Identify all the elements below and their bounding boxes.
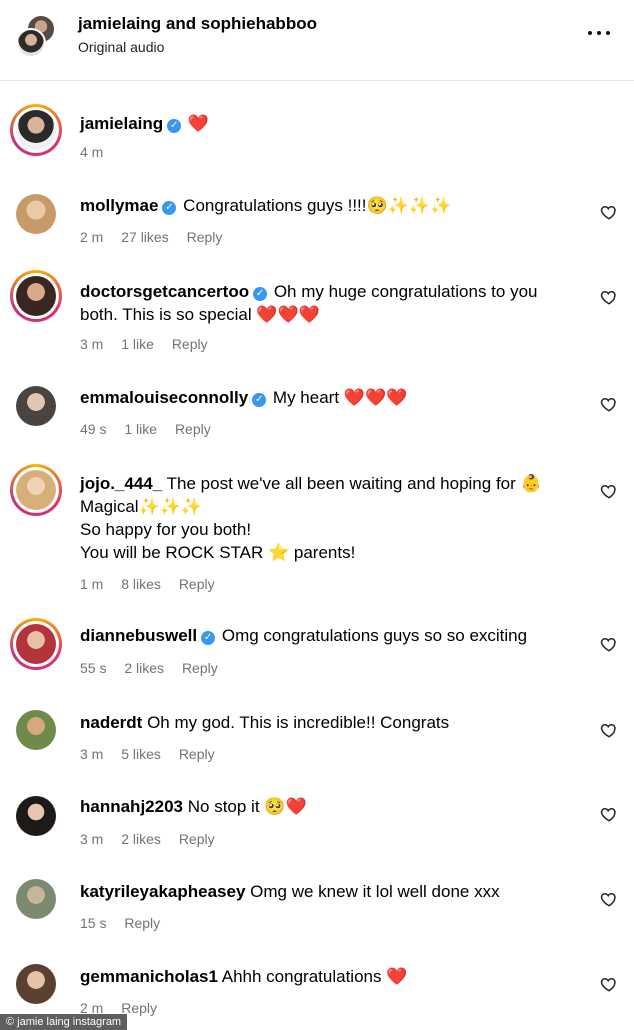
avatar[interactable]: [10, 270, 62, 322]
list-item: hannahj2203 No stop it 🥺❤️ 3 m 2 likes R…: [0, 788, 634, 858]
reply-button[interactable]: Reply: [182, 660, 218, 676]
avatar[interactable]: [16, 710, 56, 750]
comment-text: So happy for you both!: [80, 520, 252, 539]
list-item: doctorsgetcancertoo ✓ Oh my huge congratu…: [0, 270, 634, 365]
collab-avatars[interactable]: [16, 14, 56, 58]
comment-time: 3 m: [80, 831, 104, 847]
like-count[interactable]: 5 likes: [121, 746, 161, 762]
comment-username[interactable]: gemmanicholas1: [80, 967, 218, 986]
avatar: [16, 28, 46, 58]
heart-icon[interactable]: [600, 805, 618, 823]
like-count[interactable]: 8 likes: [121, 576, 161, 592]
like-count[interactable]: 2 likes: [124, 660, 164, 676]
heart-icon[interactable]: [600, 721, 618, 739]
audio-label[interactable]: Original audio: [78, 39, 164, 55]
heart-icon[interactable]: [600, 890, 618, 908]
comment-username[interactable]: diannebuswell: [80, 626, 197, 645]
comment-time: 3 m: [80, 336, 104, 352]
comment-text: Ahhh congratulations: [221, 967, 382, 986]
reel-header: jamielaing and sophiehabboo Original aud…: [0, 0, 634, 81]
verified-icon: ✓: [252, 393, 267, 407]
comment-username[interactable]: jojo._444_: [80, 474, 162, 493]
list-item: katyrileyakapheasey Omg we knew it lol w…: [0, 873, 634, 943]
like-count[interactable]: 1 like: [124, 421, 157, 437]
emoji: 🥺❤️: [264, 797, 307, 816]
comment-username[interactable]: emmalouiseconnolly: [80, 388, 248, 407]
emoji: ❤️❤️❤️: [343, 388, 408, 407]
comment-text: Omg we knew it lol well done xxx: [250, 882, 500, 901]
comment-text: No stop it: [187, 797, 260, 816]
reply-button[interactable]: Reply: [179, 831, 215, 847]
avatar[interactable]: [16, 964, 56, 1004]
comment-username[interactable]: naderdt: [80, 713, 142, 732]
avatar[interactable]: [16, 796, 56, 836]
avatar[interactable]: [16, 194, 56, 234]
comment-text: My heart: [272, 388, 340, 407]
header-title[interactable]: jamielaing and sophiehabboo: [78, 14, 317, 34]
heart-icon[interactable]: [600, 203, 618, 221]
list-item: diannebuswell ✓ Omg congratulations guys …: [0, 616, 634, 691]
comment-username[interactable]: jamielaing: [80, 114, 163, 133]
like-count[interactable]: 27 likes: [121, 229, 168, 245]
emoji: ❤️: [386, 967, 408, 986]
reply-button[interactable]: Reply: [179, 746, 215, 762]
heart-emoji: ❤️: [187, 114, 210, 133]
heart-icon[interactable]: [600, 395, 618, 413]
avatar[interactable]: [10, 618, 62, 670]
like-count[interactable]: 2 likes: [121, 831, 161, 847]
verified-icon: ✓: [201, 631, 216, 645]
comment-text: Omg congratulations guys so so exciting: [221, 626, 528, 645]
heart-icon[interactable]: [600, 975, 618, 993]
list-item: mollymae ✓ Congratulations guys !!!!🥺✨✨✨ …: [0, 186, 634, 266]
like-count[interactable]: 1 like: [121, 336, 154, 352]
list-item: naderdt Oh my god. This is incredible!! …: [0, 704, 634, 774]
verified-icon: ✓: [162, 201, 177, 215]
comment-time: 1 m: [80, 576, 104, 592]
reply-button[interactable]: Reply: [187, 229, 223, 245]
comment-time: 3 m: [80, 746, 104, 762]
avatar[interactable]: [16, 879, 56, 919]
verified-icon: ✓: [167, 119, 182, 133]
comment-time: 55 s: [80, 660, 107, 676]
emoji: 🥺✨✨✨: [366, 196, 452, 215]
list-item: jamielaing ✓ ❤️ 4 m: [0, 100, 634, 170]
comment-username[interactable]: katyrileyakapheasey: [80, 882, 245, 901]
emoji: ❤️❤️❤️: [256, 305, 320, 324]
reply-button[interactable]: Reply: [172, 336, 208, 352]
reply-button[interactable]: Reply: [124, 915, 160, 931]
more-options-icon[interactable]: [588, 22, 610, 44]
comment-time: 49 s: [80, 421, 107, 437]
comment-time: 2 m: [80, 229, 104, 245]
reply-button[interactable]: Reply: [179, 576, 215, 592]
heart-icon[interactable]: [600, 482, 618, 500]
comment-username[interactable]: doctorsgetcancertoo: [80, 282, 249, 301]
heart-icon[interactable]: [600, 635, 618, 653]
list-item: emmalouiseconnolly ✓ My heart ❤️❤️❤️ 49 s…: [0, 378, 634, 448]
list-item: jojo._444_ The post we've all been waiti…: [0, 462, 634, 602]
comment-text: You will be ROCK STAR ⭐ parents!: [80, 543, 356, 562]
avatar[interactable]: [16, 386, 56, 426]
comment-text: Congratulations guys !!!!: [183, 196, 367, 215]
comment-text: Oh my god. This is incredible!! Congrats: [147, 713, 450, 732]
watermark: © jamie laing instagram: [0, 1014, 128, 1030]
comment-username[interactable]: hannahj2203: [80, 797, 183, 816]
comment-username[interactable]: mollymae: [80, 196, 158, 215]
heart-icon[interactable]: [600, 288, 618, 306]
avatar[interactable]: [10, 464, 62, 516]
avatar[interactable]: [10, 104, 62, 156]
reply-button[interactable]: Reply: [175, 421, 211, 437]
comment-time: 15 s: [80, 915, 107, 931]
comment-time: 4 m: [80, 144, 104, 160]
verified-icon: ✓: [253, 287, 268, 301]
